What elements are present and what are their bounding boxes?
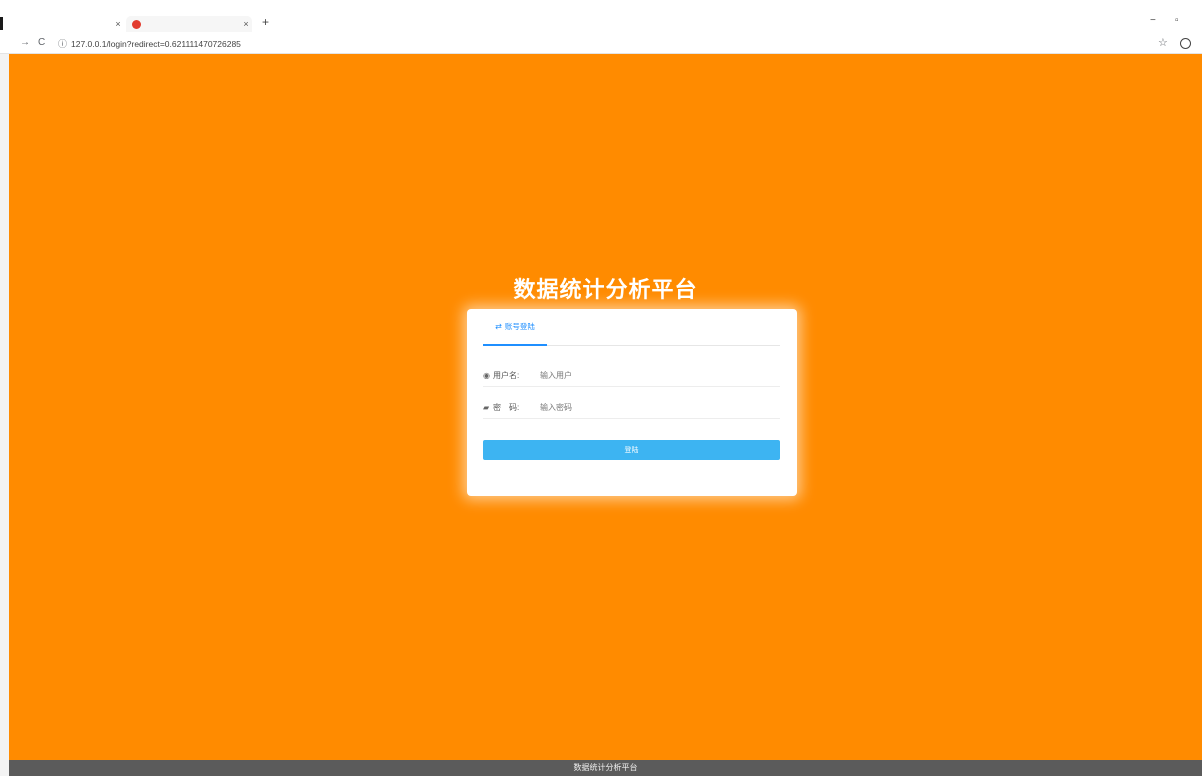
browser-tab-home[interactable]: × [6, 16, 124, 32]
user-icon: ◉ [483, 371, 490, 380]
browser-tab-active[interactable]: × [126, 16, 252, 32]
reload-icon[interactable]: C [38, 37, 45, 48]
tab-strip-marker [0, 17, 3, 30]
page-title: 数据统计分析平台 [513, 277, 698, 302]
maximize-icon[interactable]: ▫ [1175, 15, 1179, 26]
tab-account-login[interactable]: ⇄ 账号登陆 [483, 309, 547, 346]
page-footer: 数据统计分析平台 [9, 760, 1202, 776]
swap-icon: ⇄ [495, 322, 502, 331]
bookmark-star-icon[interactable]: ☆ [1158, 36, 1168, 49]
site-info-icon[interactable]: ⓘ [58, 37, 67, 50]
password-row: ▰ 密 码: [483, 397, 780, 419]
tab-close-icon[interactable]: × [112, 19, 124, 29]
username-row: ◉ 用户名: [483, 365, 780, 387]
tab-close-icon[interactable]: × [240, 19, 252, 29]
browser-address-bar: → C ⓘ 127.0.0.1/login?redirect=0.6211114… [0, 34, 1202, 54]
profile-avatar-icon[interactable] [1180, 38, 1191, 49]
new-tab-icon[interactable]: + [262, 15, 269, 29]
browser-tab-bar: × × + − ▫ [0, 0, 1202, 34]
login-button[interactable]: 登陆 [483, 440, 780, 460]
lock-icon: ▰ [483, 403, 490, 412]
login-page: 数据统计分析平台 ⇄ 账号登陆 ◉ 用户名: ▰ 密 码: 登陆 [9, 54, 1202, 760]
login-tabs: ⇄ 账号登陆 [483, 309, 780, 346]
tab-favicon-icon [132, 19, 141, 29]
url-field[interactable]: 127.0.0.1/login?redirect=0.6211114707262… [71, 39, 241, 49]
tab-label: 账号登陆 [504, 322, 535, 331]
password-label: 密 码: [493, 403, 520, 412]
minimize-icon[interactable]: − [1150, 15, 1156, 26]
login-card: ⇄ 账号登陆 ◉ 用户名: ▰ 密 码: 登陆 [467, 309, 797, 496]
username-input[interactable] [540, 371, 740, 380]
password-input[interactable] [540, 403, 740, 412]
username-label: 用户名: [493, 371, 520, 380]
forward-icon[interactable]: → [20, 37, 30, 48]
